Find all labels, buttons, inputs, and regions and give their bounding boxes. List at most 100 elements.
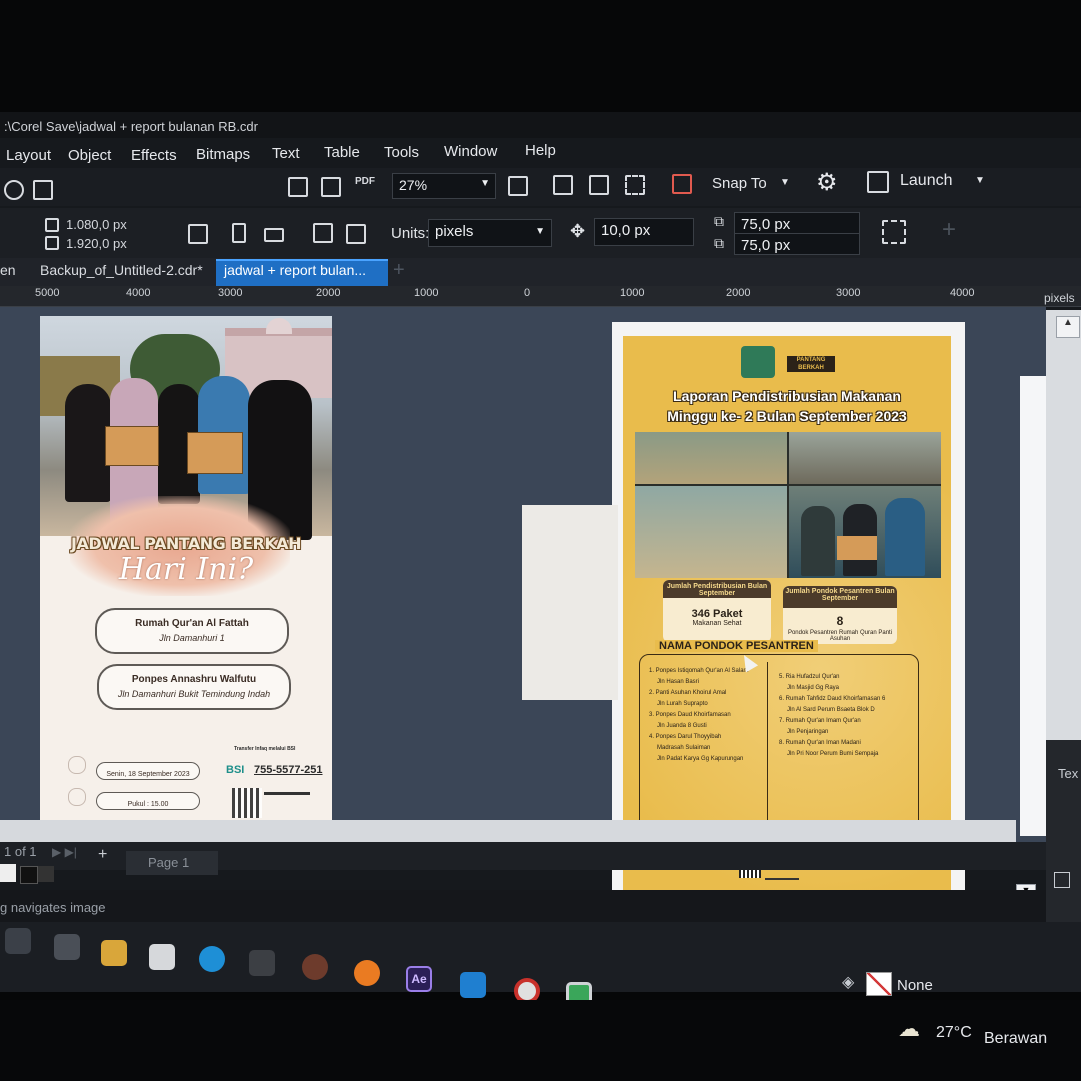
- resize-page-icon[interactable]: [188, 224, 208, 244]
- zoom-level-field[interactable]: 27% ▼: [392, 173, 496, 199]
- menu-tools[interactable]: Tools: [384, 144, 419, 161]
- stat-header: Jumlah Pondok Pesantren Bulan September: [783, 586, 897, 608]
- coreldraw-icon[interactable]: [302, 954, 328, 980]
- list-item: 7. Rumah Qur'an Imam Qur'an: [779, 718, 861, 724]
- list-item: Jln Masjid Gg Raya: [787, 685, 840, 691]
- duplicate-x-icon: ⧉: [714, 213, 724, 229]
- list-item: Jln Juanda 8 Gusti: [657, 723, 707, 729]
- stat-sub: Makanan Sehat: [692, 620, 742, 627]
- treat-as-filled-icon[interactable]: [882, 220, 906, 244]
- task-view-icon[interactable]: [5, 928, 31, 954]
- docker-text-label: Tex: [1058, 766, 1079, 781]
- menu-window[interactable]: Window: [444, 143, 497, 160]
- tab-partial[interactable]: en: [0, 262, 16, 278]
- menu-text[interactable]: Text: [272, 145, 300, 162]
- launch-icon[interactable]: [867, 171, 889, 193]
- units-chevron-down-icon[interactable]: ▼: [535, 226, 545, 237]
- menu-effects[interactable]: Effects: [131, 147, 177, 164]
- print-icon[interactable]: [33, 180, 53, 200]
- portrait-icon[interactable]: [232, 223, 246, 243]
- add-page-button[interactable]: +: [98, 846, 107, 864]
- file-explorer-icon[interactable]: [101, 940, 127, 966]
- status-bar: [0, 890, 1046, 924]
- location-address: Jln Damanhuri 1: [159, 633, 225, 643]
- no-fill-swatch[interactable]: [866, 972, 892, 996]
- blender-icon[interactable]: [354, 960, 380, 986]
- duplicate-y-field[interactable]: 75,0 px: [734, 233, 860, 255]
- ruler-label: 2000: [316, 287, 341, 299]
- poster-laporan[interactable]: PANTANG BERKAH Laporan Pendistribusian M…: [623, 336, 951, 892]
- store-icon[interactable]: [149, 944, 175, 970]
- width-icon: [45, 218, 59, 232]
- docker-checkbox[interactable]: [1054, 872, 1070, 888]
- show-grid-icon[interactable]: [589, 175, 609, 195]
- menu-help[interactable]: Help: [525, 142, 556, 159]
- docker-scroll-up[interactable]: ▲: [1056, 316, 1080, 338]
- landscape-icon[interactable]: [264, 228, 284, 242]
- event-date: Senin, 18 September 2023: [106, 771, 190, 778]
- tab-jadwal-report[interactable]: jadwal + report bulan...: [224, 262, 366, 278]
- menu-bitmaps[interactable]: Bitmaps: [196, 146, 250, 163]
- color-swatch-dark[interactable]: [20, 866, 38, 884]
- add-preset-button[interactable]: +: [942, 216, 956, 244]
- person: [885, 498, 925, 576]
- list-item: 3. Ponpes Daud Khoirfamasan: [649, 712, 731, 718]
- docker-inner: [1020, 376, 1046, 836]
- edge-icon[interactable]: [199, 946, 225, 972]
- current-page-icon[interactable]: [346, 224, 366, 244]
- collage-photo: [635, 432, 787, 484]
- sign-board: [105, 426, 159, 466]
- vscode-icon[interactable]: [460, 972, 486, 998]
- ruler-label: 5000: [35, 287, 60, 299]
- gear-icon[interactable]: ⚙: [816, 168, 838, 197]
- poster-jadwal[interactable]: JADWAL PANTANG BERKAH Hari Ini? Rumah Qu…: [40, 316, 332, 838]
- publish-pdf-button[interactable]: PDF: [355, 176, 375, 187]
- show-guidelines-icon[interactable]: [625, 175, 645, 195]
- duplicate-x-field[interactable]: 75,0 px: [734, 212, 860, 234]
- ruler-unit: pixels: [1044, 291, 1075, 305]
- donation-caption: Transfer Infaq melalui BSI: [234, 746, 296, 752]
- export-icon[interactable]: [321, 177, 341, 197]
- ruler-label: 1000: [414, 287, 439, 299]
- horizontal-ruler[interactable]: [0, 286, 1081, 307]
- location-name: Rumah Qur'an Al Fattah: [135, 618, 249, 629]
- new-tab-button[interactable]: +: [393, 259, 405, 282]
- nudge-value: 10,0 px: [601, 222, 651, 239]
- app-icon[interactable]: [249, 950, 275, 976]
- units-label: Units:: [391, 225, 430, 242]
- snap-to-button[interactable]: Snap To: [712, 175, 767, 192]
- cloud-upload-icon[interactable]: [4, 180, 24, 200]
- weather-temp: 27°C: [936, 1024, 972, 1041]
- ruler-label: 0: [524, 287, 531, 299]
- units-select[interactable]: pixels ▼: [428, 219, 552, 247]
- chevron-down-icon[interactable]: ▼: [480, 178, 490, 189]
- sign-board: [187, 432, 243, 474]
- horizontal-scrollbar[interactable]: [0, 820, 1016, 842]
- show-rulers-icon[interactable]: [553, 175, 573, 195]
- chat-icon[interactable]: [54, 934, 80, 960]
- full-screen-preview-icon[interactable]: [508, 176, 528, 196]
- tab-backup-untitled[interactable]: Backup_of_Untitled-2.cdr*: [40, 262, 203, 278]
- launch-chevron-down-icon[interactable]: ▼: [975, 175, 985, 186]
- alignment-guides-icon[interactable]: [672, 174, 692, 194]
- snap-chevron-down-icon[interactable]: ▼: [780, 177, 790, 188]
- list-item: Jln Padat Karya Gg Kapurungan: [657, 756, 744, 762]
- color-swatch-black[interactable]: [0, 864, 16, 882]
- page-width-field[interactable]: 1.080,0 px: [66, 217, 127, 232]
- menu-layout[interactable]: Layout: [6, 147, 51, 164]
- all-pages-icon[interactable]: [313, 223, 333, 243]
- list-left: 1. Ponpes Istiqomah Qur'an Al Salam Jln …: [649, 666, 767, 765]
- next-page-icon[interactable]: ▶ ▶|: [52, 845, 77, 859]
- color-swatch-gray[interactable]: [38, 866, 54, 882]
- nudge-distance-field[interactable]: 10,0 px: [594, 218, 694, 246]
- list-item: Jln Penjaringan: [787, 729, 829, 735]
- launch-button[interactable]: Launch: [900, 172, 953, 190]
- page-tab[interactable]: Page 1: [126, 851, 218, 875]
- page-height-field[interactable]: 1.920,0 px: [66, 236, 127, 251]
- location-name: Ponpes Annashru Walfutu: [131, 674, 257, 685]
- menu-table[interactable]: Table: [324, 144, 360, 161]
- import-icon[interactable]: [288, 177, 308, 197]
- poster-subtitle: Hari Ini?: [118, 552, 254, 587]
- menu-object[interactable]: Object: [68, 147, 111, 164]
- after-effects-icon[interactable]: Ae: [406, 966, 432, 992]
